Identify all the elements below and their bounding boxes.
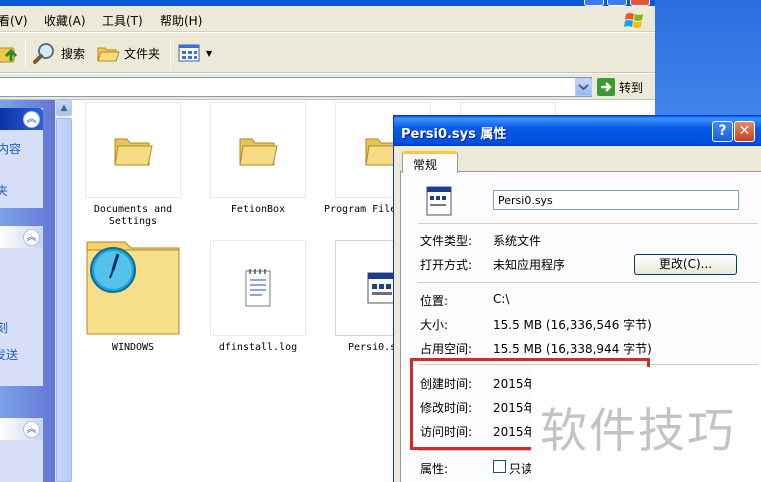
size-label: 大小: bbox=[420, 318, 449, 332]
up-folder-button[interactable] bbox=[0, 39, 20, 67]
task-pane-header[interactable]: ︽ bbox=[0, 226, 43, 248]
file-item[interactable]: dfinstall.log bbox=[197, 240, 317, 360]
help-button[interactable]: ? bbox=[712, 121, 733, 142]
up-folder-icon bbox=[0, 47, 18, 63]
task-link[interactable]: 刻 bbox=[0, 319, 8, 336]
readonly-label: 只读 bbox=[509, 462, 534, 476]
close-button[interactable]: ✕ bbox=[734, 121, 755, 142]
menu-help[interactable]: 帮助(H) bbox=[160, 12, 202, 29]
tab-strip: 常规 bbox=[400, 150, 761, 173]
folder-thumbnail bbox=[85, 102, 181, 198]
collapse-icon[interactable]: ︽ bbox=[23, 421, 40, 438]
disk-size-value: 15.5 MB (16,338,944 字节) bbox=[493, 342, 652, 356]
notepad-icon bbox=[245, 269, 271, 307]
task-pane-header[interactable]: ︽ bbox=[0, 418, 43, 440]
location-label: 位置: bbox=[420, 294, 449, 308]
menu-view[interactable]: 看(V) bbox=[0, 12, 28, 29]
toolbar-separator bbox=[25, 39, 26, 67]
watermark-text: 软件技巧 bbox=[540, 404, 736, 459]
task-link[interactable]: 发送 bbox=[0, 346, 18, 363]
task-pane-section: ︽ 刻 发送 bbox=[0, 226, 43, 386]
file-item[interactable]: FetionBox bbox=[197, 102, 317, 232]
type-value: 系统文件 bbox=[493, 234, 542, 248]
chevron-down-icon: ▼ bbox=[206, 48, 213, 58]
divider bbox=[418, 223, 758, 224]
menu-tools[interactable]: 工具(T) bbox=[102, 12, 143, 29]
collapse-icon[interactable]: ︽ bbox=[23, 111, 40, 128]
toolbar-separator bbox=[170, 39, 171, 67]
search-icon bbox=[33, 43, 54, 64]
type-label: 文件类型: bbox=[420, 234, 473, 248]
chevron-down-icon bbox=[578, 84, 589, 91]
folder-thumbnail bbox=[210, 102, 306, 198]
task-pane-section: ︽ bbox=[0, 418, 43, 482]
tab-general[interactable]: 常规 bbox=[402, 151, 458, 173]
file-name: FetionBox bbox=[230, 204, 286, 215]
file-name: dfinstall.log bbox=[218, 342, 298, 353]
address-input[interactable] bbox=[0, 77, 592, 97]
go-button[interactable]: 转到 bbox=[597, 77, 643, 97]
scroll-up-button[interactable]: ▲ bbox=[56, 100, 72, 116]
folders-label: 文件夹 bbox=[124, 46, 161, 61]
attributes-label: 属性: bbox=[420, 462, 449, 476]
search-button[interactable]: 搜索 bbox=[33, 39, 85, 67]
open-with-label: 打开方式: bbox=[420, 258, 473, 272]
views-icon bbox=[178, 44, 200, 62]
folder-icon bbox=[114, 138, 153, 166]
views-button[interactable]: ▼ bbox=[178, 39, 212, 67]
file-item[interactable]: WINDOWS bbox=[72, 240, 192, 360]
go-label: 转到 bbox=[619, 80, 644, 95]
filename-input[interactable] bbox=[493, 190, 739, 210]
go-arrow-icon bbox=[597, 78, 615, 96]
task-pane-section: ︽ 内容 夹 bbox=[0, 108, 43, 208]
dialog-title: Persi0.sys 属性 bbox=[401, 127, 507, 142]
address-dropdown-button[interactable] bbox=[575, 78, 592, 96]
clock-folder-icon bbox=[86, 241, 180, 335]
location-value: C:\ bbox=[493, 292, 510, 306]
windows-logo-icon bbox=[624, 13, 643, 28]
disk-size-label: 占用空间: bbox=[420, 342, 473, 356]
task-pane: ︽ 内容 夹 ︽ 刻 发送 ︽ bbox=[0, 100, 55, 482]
vertical-scrollbar[interactable]: ▲ bbox=[55, 100, 72, 482]
menu-bar: 看(V) 收藏(A) 工具(T) 帮助(H) bbox=[0, 6, 655, 32]
collapse-icon[interactable]: ︽ bbox=[23, 229, 40, 246]
menu-favorites[interactable]: 收藏(A) bbox=[44, 12, 86, 29]
toolbar: 搜索 文件夹 ▼ bbox=[0, 33, 655, 73]
readonly-checkbox[interactable] bbox=[493, 460, 506, 473]
file-item[interactable]: Documents and Settings bbox=[72, 102, 192, 232]
size-value: 15.5 MB (16,336,546 字节) bbox=[493, 318, 652, 332]
scroll-thumb[interactable] bbox=[56, 118, 72, 482]
folder-thumbnail bbox=[85, 240, 181, 336]
open-with-value: 未知应用程序 bbox=[493, 258, 566, 272]
change-button[interactable]: 更改(C)... bbox=[634, 254, 737, 275]
task-pane-header[interactable]: ︽ bbox=[0, 108, 43, 130]
folders-button[interactable]: 文件夹 bbox=[96, 39, 160, 67]
file-name: Documents and Settings bbox=[93, 204, 173, 227]
address-bar: 转到 bbox=[0, 74, 655, 100]
task-link[interactable]: 内容 bbox=[0, 140, 21, 157]
folder-icon bbox=[239, 138, 278, 166]
system-file-icon bbox=[426, 186, 452, 216]
task-link[interactable]: 夹 bbox=[0, 182, 8, 199]
file-name: WINDOWS bbox=[111, 342, 155, 353]
folders-icon bbox=[97, 47, 120, 62]
file-thumbnail bbox=[210, 240, 306, 336]
search-label: 搜索 bbox=[61, 46, 86, 61]
dialog-titlebar[interactable]: Persi0.sys 属性 ? ✕ bbox=[394, 116, 761, 146]
divider bbox=[418, 282, 758, 283]
